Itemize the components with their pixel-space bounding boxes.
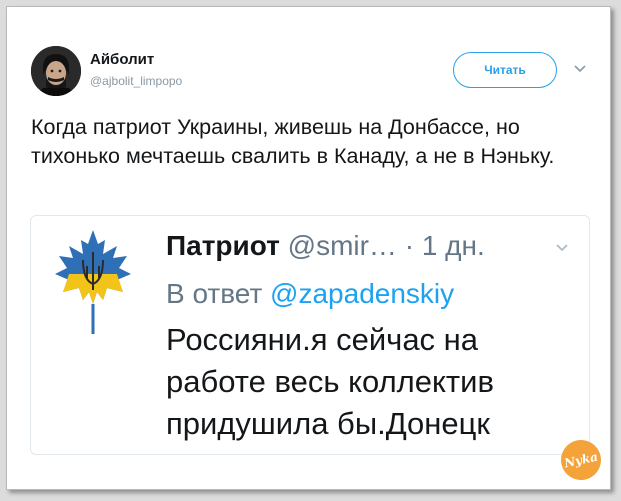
follow-button[interactable]: Читать <box>453 52 557 88</box>
quoted-author-handle[interactable]: @smir… <box>288 230 397 261</box>
avatar-portrait-icon <box>31 46 81 96</box>
chevron-down-icon[interactable] <box>573 64 587 74</box>
quoted-time[interactable]: · 1 дн. <box>405 230 485 261</box>
author-handle[interactable]: @ajbolit_limpopo <box>90 74 182 88</box>
tweet-text: Когда патриот Украины, живешь на Донбасс… <box>31 115 555 168</box>
reply-mention-link[interactable]: @zapadenskiy <box>270 278 454 309</box>
tweet-card: Айболит @ajbolit_limpopo Читать Когда па… <box>6 6 611 490</box>
quoted-header: Патриот @smir… · 1 дн. <box>166 230 485 262</box>
quoted-author-name[interactable]: Патриот <box>166 230 280 261</box>
reply-context: В ответ @zapadenskiy <box>166 278 454 310</box>
avatar[interactable] <box>31 46 81 96</box>
reply-prefix: В ответ <box>166 278 263 309</box>
quoted-text: Россияни.я сейчас на работе весь коллект… <box>166 322 494 441</box>
quoted-tweet[interactable]: Патриот @smir… · 1 дн. В ответ @zapadens… <box>30 215 590 455</box>
maple-leaf-trident-icon <box>55 230 131 334</box>
author-name[interactable]: Айболит <box>90 51 154 68</box>
quoted-chevron-down-icon[interactable] <box>555 243 569 253</box>
